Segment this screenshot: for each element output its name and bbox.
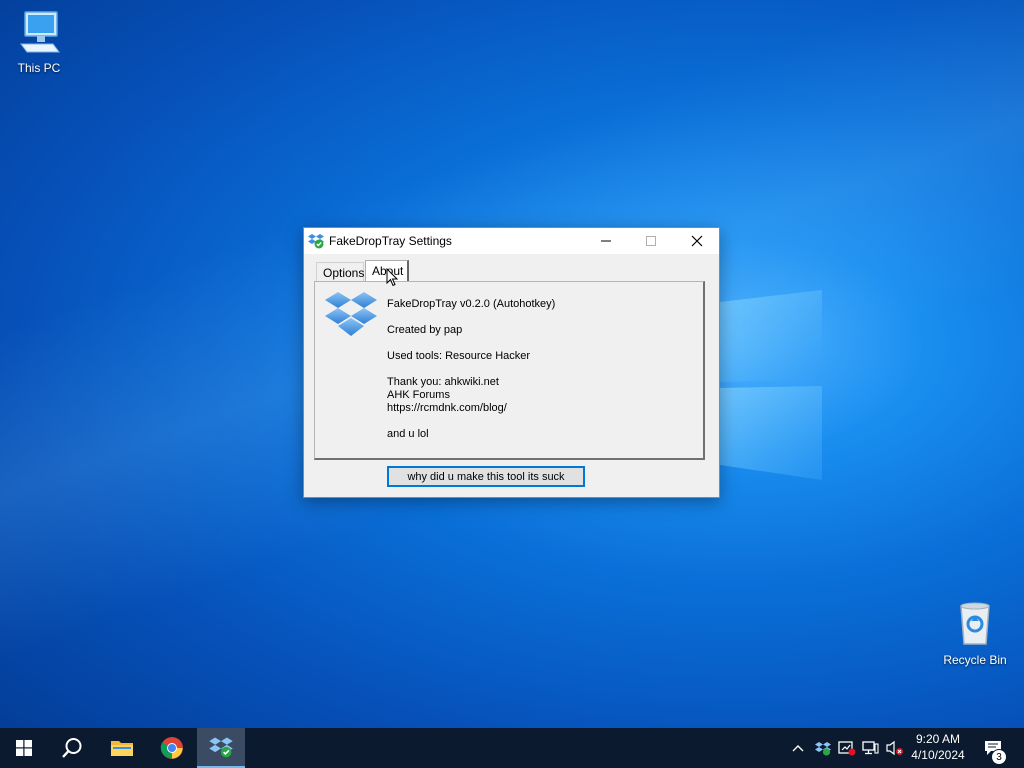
computer-icon	[20, 11, 60, 53]
about-text: FakeDropTray v0.2.0 (Autohotkey) Created…	[387, 298, 555, 441]
file-explorer-button[interactable]	[98, 728, 146, 768]
about-tools: Used tools: Resource Hacker	[387, 350, 531, 362]
volume-muted-icon	[886, 740, 903, 756]
about-closing: and u lol	[387, 428, 429, 440]
about-thanks: Thank you: ahkwiki.net	[387, 376, 499, 388]
taskbar-clock[interactable]: 9:20 AM 4/10/2024	[906, 731, 970, 763]
close-button[interactable]	[674, 228, 720, 254]
windows-start-icon	[16, 740, 32, 756]
dropbox-logo-icon	[325, 292, 377, 336]
folder-icon	[111, 741, 133, 756]
search-button[interactable]	[48, 728, 96, 768]
search-icon	[62, 738, 82, 758]
desktop-icon-label: This PC	[17, 61, 61, 75]
chrome-icon	[160, 737, 183, 759]
fakedroptray-taskbar-button[interactable]	[197, 728, 245, 768]
desktop-icon-label: Recycle Bin	[943, 653, 1007, 667]
chrome-button[interactable]	[148, 728, 196, 768]
minimize-icon	[601, 240, 611, 242]
about-author: Created by pap	[387, 324, 463, 336]
mouse-cursor-icon	[386, 268, 398, 287]
window-titlebar[interactable]: FakeDropTray Settings	[304, 228, 719, 254]
shield-warning-icon	[838, 741, 856, 756]
recycle-bin-icon	[960, 602, 990, 645]
network-icon	[862, 741, 879, 755]
about-version: FakeDropTray v0.2.0 (Autohotkey)	[387, 298, 556, 310]
network-tray-button[interactable]	[860, 728, 882, 768]
security-tray-button[interactable]	[836, 728, 858, 768]
settings-window: FakeDropTray Settings Options About	[303, 227, 720, 498]
about-thanks-forums: AHK Forums	[387, 389, 450, 401]
about-panel: FakeDropTray v0.2.0 (Autohotkey) Created…	[314, 281, 705, 460]
about-thanks-blog: https://rcmdnk.com/blog/	[387, 402, 507, 414]
fakedroptray-app-icon	[308, 234, 324, 249]
desktop-icon-recycle-bin[interactable]: Recycle Bin	[937, 600, 1013, 667]
clock-date: 4/10/2024	[911, 748, 965, 762]
dropbox-tray-icon	[815, 741, 831, 756]
volume-tray-button[interactable]	[884, 728, 906, 768]
maximize-icon	[646, 236, 656, 246]
show-hidden-icons-button[interactable]	[788, 728, 808, 768]
tab-options[interactable]: Options	[316, 262, 364, 282]
why-button[interactable]: why did u make this tool its suck	[387, 466, 585, 487]
maximize-button[interactable]	[628, 228, 674, 254]
clock-time: 9:20 AM	[915, 732, 961, 746]
fakedroptray-app-icon	[209, 737, 233, 758]
close-icon	[691, 235, 703, 247]
taskbar: 9:20 AM 4/10/2024	[0, 728, 1024, 768]
start-button[interactable]	[0, 728, 48, 768]
window-title: FakeDropTray Settings	[329, 234, 452, 248]
fakedroptray-tray-button[interactable]	[812, 728, 834, 768]
chevron-up-icon	[792, 745, 804, 752]
minimize-button[interactable]	[583, 228, 629, 254]
notification-count-badge: 3	[991, 749, 1007, 765]
desktop-icon-this-pc[interactable]: This PC	[1, 8, 77, 75]
